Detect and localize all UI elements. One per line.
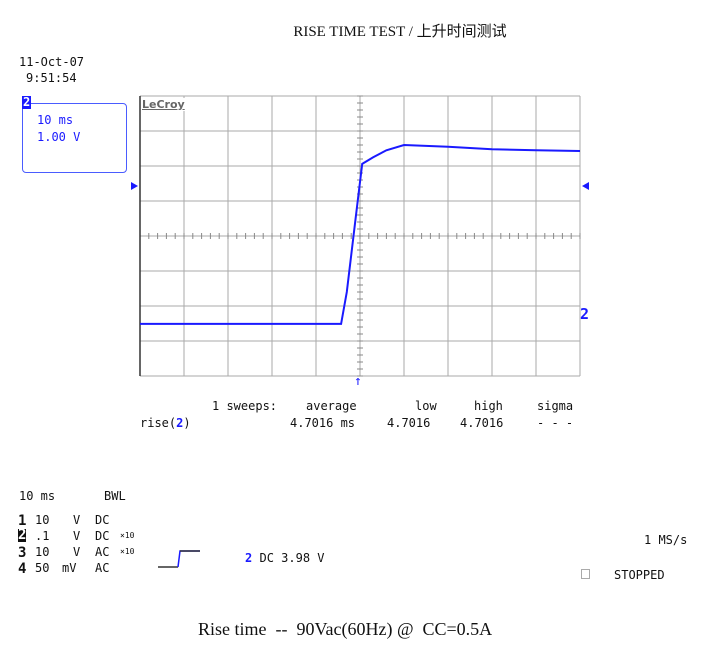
trigger-channel: 2 [245,551,253,565]
channel-probe: ×10 [120,547,135,556]
channel-number: 4 [18,561,27,577]
left-level-marker-icon [131,182,138,190]
rise-high: 4.7016 [460,416,504,430]
channel-marker: 2 [580,305,590,323]
setup-timebase: 10 ms [19,489,56,503]
channel-unit: V [73,513,81,527]
figure-caption: Rise time -- 90Vac(60Hz) @ CC=0.5A [198,619,493,639]
rise-label: rise(2) [140,416,191,430]
bwl-label: BWL [104,489,126,503]
channel-probe: ×10 [120,531,135,540]
channel-unit: V [73,529,81,543]
right-level-marker-icon [582,182,589,190]
channel-scale: .1 [35,529,50,543]
sweeps-label: 1 sweeps: [212,399,278,413]
status-indicator-icon [581,569,590,579]
trigger-info: 2 DC 3.98 V [245,551,325,565]
channel-scale: 50 [35,561,50,575]
channel-coupling: AC [95,561,110,575]
rise-low: 4.7016 [387,416,431,430]
channel-scale: 10 [35,513,50,527]
average-header: average [306,399,357,413]
channel-coupling: DC [95,529,110,543]
acquisition-status: STOPPED [614,568,665,582]
sigma-header: sigma [537,399,574,413]
trigger-marker-icon: ↑ [354,374,362,389]
high-header: high [474,399,503,413]
channel-scale: 10 [35,545,50,559]
channel-unit: V [73,545,81,559]
channel-unit: mV [62,561,77,575]
sample-rate: 1 MS/s [644,533,688,547]
oscilloscope-figure: RISE TIME TEST / 上升时间测试 11-Oct-07 9:51:5… [0,0,720,649]
trigger-level: DC 3.98 V [259,551,325,565]
channel-number: 2 [18,527,27,543]
low-header: low [415,399,437,413]
rise-text: rise( [140,416,177,430]
rise-close: ) [183,416,191,430]
brand-logo: LeCroy [141,98,186,111]
rise-sigma: - - - [537,416,574,430]
channel-number: 3 [18,545,27,561]
rise-average: 4.7016 ms [290,416,356,430]
channel-coupling: DC [95,513,110,527]
channel-coupling: AC [95,545,110,559]
